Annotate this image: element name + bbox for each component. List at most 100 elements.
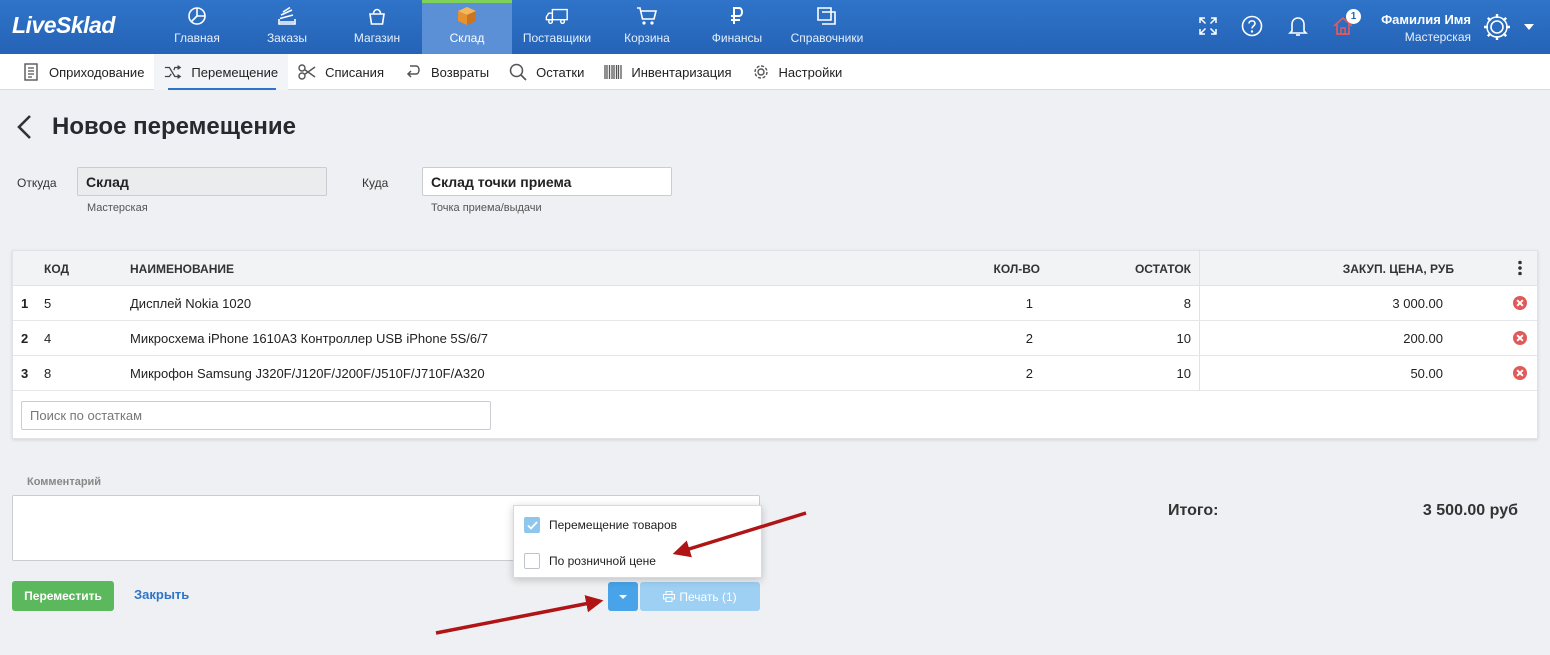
stock-search-input[interactable] <box>21 401 491 430</box>
print-button-label: Печать (1) <box>679 589 737 604</box>
print-option-label: Перемещение товаров <box>549 518 677 532</box>
from-hint: Мастерская <box>87 202 148 214</box>
col-qty[interactable]: КОЛ-ВО <box>973 262 1040 276</box>
home-location-icon[interactable]: 1 <box>1331 9 1361 38</box>
nav-orders-label: Заказы <box>266 31 308 45</box>
user-gear-icon[interactable] <box>1480 10 1514 44</box>
col-code[interactable]: КОД <box>44 262 69 276</box>
total-label: Итого: <box>1168 502 1219 519</box>
nav-warehouse-label: Склад <box>449 31 485 45</box>
row-qty[interactable]: 2 <box>973 366 1033 381</box>
receipt-icon <box>22 63 40 81</box>
row-qty[interactable]: 2 <box>973 331 1033 346</box>
delete-row-icon[interactable] <box>1513 331 1527 345</box>
kebab-menu-icon[interactable] <box>1515 260 1525 276</box>
row-name: Микросхема iPhone 1610A3 Контроллер USB … <box>130 331 488 346</box>
subnav-settings[interactable]: Настройки <box>742 54 853 90</box>
row-number: 2 <box>21 331 29 346</box>
help-icon[interactable] <box>1240 14 1264 38</box>
book-icon <box>815 4 839 28</box>
row-number: 3 <box>21 366 29 381</box>
from-label: Откуда <box>17 176 57 190</box>
to-field[interactable] <box>422 167 672 196</box>
col-stock[interactable]: ОСТАТОК <box>1093 262 1191 276</box>
nav-shop-label: Магазин <box>353 31 401 45</box>
move-button[interactable]: Переместить <box>12 581 114 611</box>
user-role: Мастерская <box>1404 30 1471 44</box>
row-qty[interactable]: 1 <box>973 296 1033 311</box>
row-price[interactable]: 3 000.00 <box>1273 296 1443 311</box>
gear-icon <box>752 63 770 81</box>
delete-row-icon[interactable] <box>1513 366 1527 380</box>
row-stock: 10 <box>1176 331 1191 346</box>
subnav-transfer[interactable]: Перемещение <box>154 54 289 90</box>
checkbox-unchecked[interactable] <box>524 553 540 569</box>
nav-home[interactable]: Главная <box>152 0 242 54</box>
from-field <box>77 167 327 196</box>
nav-home-label: Главная <box>174 31 220 45</box>
subnav-writeoff[interactable]: Списания <box>288 54 394 90</box>
table-row[interactable]: 2 4 Микросхема iPhone 1610A3 Контроллер … <box>13 321 1537 356</box>
nav-suppliers[interactable]: Поставщики <box>512 0 602 54</box>
printer-icon <box>663 591 676 602</box>
annotation-arrow <box>435 595 604 635</box>
user-name: Фамилия Имя <box>1381 12 1471 27</box>
row-price[interactable]: 200.00 <box>1273 331 1443 346</box>
user-info[interactable]: Фамилия Имя Мастерская <box>1360 12 1471 44</box>
truck-icon <box>545 4 569 28</box>
print-option-label: По розничной цене <box>549 554 656 568</box>
print-option-transfer[interactable]: Перемещение товаров <box>514 507 761 543</box>
subnav-stock[interactable]: Остатки <box>499 54 594 90</box>
nav-finance[interactable]: Финансы <box>692 0 782 54</box>
to-label: Куда <box>362 176 389 190</box>
nav-cart[interactable]: Корзина <box>602 0 692 54</box>
search-icon <box>509 63 527 81</box>
sub-nav: Оприходование Перемещение Списания Возвр… <box>0 54 1550 90</box>
subnav-inventory-label: Инвентаризация <box>631 64 732 80</box>
close-link[interactable]: Закрыть <box>134 587 189 602</box>
row-code: 5 <box>44 296 52 311</box>
chevron-down-icon[interactable] <box>1520 16 1538 38</box>
subnav-returns[interactable]: Возвраты <box>394 54 499 90</box>
nav-directories[interactable]: Справочники <box>782 0 872 54</box>
row-stock: 10 <box>1176 366 1191 381</box>
subnav-stock-label: Остатки <box>536 64 585 80</box>
subnav-transfer-label: Перемещение <box>191 64 279 80</box>
table-header: КОД НАИМЕНОВАНИЕ КОЛ-ВО ОСТАТОК ЗАКУП. Ц… <box>13 251 1537 286</box>
row-number: 1 <box>21 296 29 311</box>
subnav-receipt[interactable]: Оприходование <box>12 54 154 90</box>
subnav-inventory[interactable]: Инвентаризация <box>594 54 741 90</box>
nav-shop[interactable]: Магазин <box>332 0 422 54</box>
table-row[interactable]: 1 5 Дисплей Nokia 1020 1 8 3 000.00 <box>13 286 1537 321</box>
delete-row-icon[interactable] <box>1513 296 1527 310</box>
back-arrow-icon[interactable] <box>14 113 38 141</box>
barcode-icon <box>604 63 623 81</box>
print-option-retail[interactable]: По розничной цене <box>514 543 761 579</box>
print-options-menu: Перемещение товаров По розничной цене <box>513 505 762 578</box>
bell-icon[interactable] <box>1286 14 1310 38</box>
checkbox-checked[interactable] <box>524 517 540 533</box>
nav-finance-label: Финансы <box>711 31 763 45</box>
print-button[interactable]: Печать (1) <box>640 582 760 611</box>
nav-orders[interactable]: Заказы <box>242 0 332 54</box>
row-price[interactable]: 50.00 <box>1273 366 1443 381</box>
total-value: 3 500.00 руб <box>1422 502 1518 519</box>
subnav-returns-label: Возвраты <box>430 64 490 80</box>
nav-directories-label: Справочники <box>790 31 864 45</box>
box-icon <box>455 4 479 28</box>
row-name: Микрофон Samsung J320F/J120F/J200F/J510F… <box>130 366 485 381</box>
fullscreen-icon[interactable] <box>1196 14 1220 38</box>
row-name: Дисплей Nokia 1020 <box>130 296 252 311</box>
table-row[interactable]: 3 8 Микрофон Samsung J320F/J120F/J200F/J… <box>13 356 1537 391</box>
shuffle-icon <box>164 63 182 81</box>
print-options-toggle[interactable] <box>608 582 638 611</box>
stack-icon <box>275 4 299 28</box>
logo[interactable]: LiveSklad <box>12 12 115 39</box>
nav-suppliers-label: Поставщики <box>522 31 592 45</box>
col-price[interactable]: ЗАКУП. ЦЕНА, РУБ <box>1253 262 1454 276</box>
nav-warehouse[interactable]: Склад <box>422 0 512 54</box>
items-table: КОД НАИМЕНОВАНИЕ КОЛ-ВО ОСТАТОК ЗАКУП. Ц… <box>12 250 1538 439</box>
col-name[interactable]: НАИМЕНОВАНИЕ <box>130 262 234 276</box>
row-stock: 8 <box>1183 296 1191 311</box>
page-title: Новое перемещение <box>52 113 296 140</box>
